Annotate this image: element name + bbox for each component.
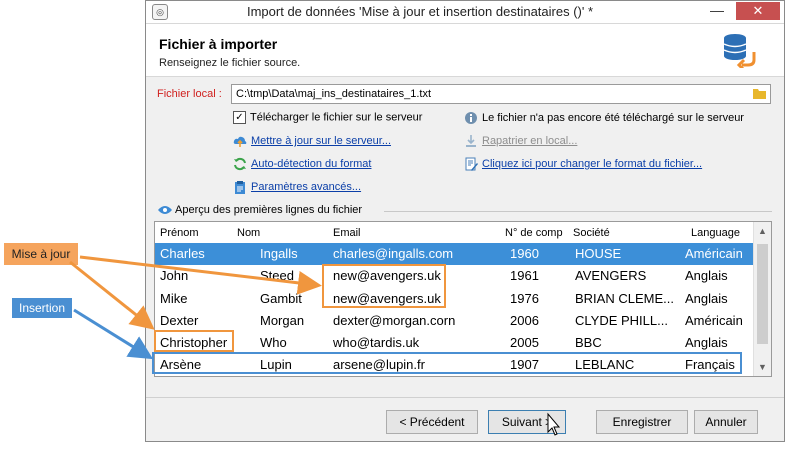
- edit-document-icon: [465, 157, 478, 171]
- upload-checkbox-row[interactable]: ✓ Télécharger le fichier sur le serveur: [233, 111, 422, 124]
- cell: Américain: [685, 313, 743, 328]
- cell: Mike: [160, 291, 188, 306]
- repatriate-local-link[interactable]: Rapatrier en local...: [482, 135, 577, 147]
- page-title: Fichier à importer: [159, 36, 278, 52]
- cell: 1961: [510, 268, 539, 283]
- cell: 2005: [510, 335, 539, 350]
- table-row[interactable]: Dexter Morgan dexter@morgan.corn 2006 CL…: [155, 310, 755, 332]
- column-header-societe[interactable]: Société: [573, 227, 610, 239]
- cell: Steed: [260, 268, 294, 283]
- cell: Gambit: [260, 291, 302, 306]
- cell: Anglais: [685, 291, 728, 306]
- cell: Morgan: [260, 313, 305, 328]
- update-on-server-row[interactable]: Mettre à jour sur le serveur...: [233, 134, 391, 148]
- column-header-language[interactable]: Language: [691, 227, 740, 239]
- cell: Ingalls: [260, 246, 298, 261]
- local-file-label: Fichier local :: [157, 88, 222, 100]
- update-arrow: [69, 260, 155, 330]
- not-uploaded-info: Le fichier n'a pas encore été téléchargé…: [464, 111, 744, 125]
- table-row[interactable]: John Steed new@avengers.uk 1961 AVENGERS…: [155, 265, 755, 287]
- repatriate-local-row[interactable]: Rapatrier en local...: [464, 134, 577, 148]
- save-button[interactable]: Enregistrer: [596, 410, 688, 434]
- cell: Américain: [685, 246, 743, 261]
- column-header-nom[interactable]: Nom: [237, 227, 260, 239]
- auto-detect-row[interactable]: Auto-détection du format: [233, 157, 371, 171]
- section-divider: [384, 211, 772, 212]
- info-icon: [465, 112, 477, 124]
- cell: 1960: [510, 246, 539, 261]
- table-row[interactable]: Christopher Who who@tardis.uk 2005 BBC A…: [155, 332, 755, 354]
- cell: 2006: [510, 313, 539, 328]
- cell: Charles: [160, 246, 205, 261]
- cloud-upload-icon: [233, 136, 247, 147]
- column-header-num[interactable]: N° de comp: [505, 227, 563, 239]
- change-format-link[interactable]: Cliquez ici pour changer le format du fi…: [482, 158, 702, 170]
- update-on-server-link[interactable]: Mettre à jour sur le serveur...: [251, 135, 391, 147]
- table-row[interactable]: Charles Ingalls charles@ingalls.com 1960…: [155, 243, 755, 265]
- advanced-params-row[interactable]: Paramètres avancés...: [233, 180, 361, 194]
- grid-header: Prénom Nom Email N° de comp Société Lang…: [155, 222, 755, 245]
- folder-icon[interactable]: [753, 88, 766, 99]
- cell: 1976: [510, 291, 539, 306]
- page-subtitle: Renseignez le fichier source.: [159, 57, 301, 69]
- insert-arrow: [73, 308, 154, 360]
- footer-divider: [146, 397, 784, 398]
- update-callout: Mise à jour: [4, 243, 78, 265]
- cell: John: [160, 268, 189, 283]
- preview-section-label: Aperçu des premières lignes du fichier: [175, 204, 363, 216]
- title-bar[interactable]: ◎ Import de données 'Mise à jour et inse…: [146, 1, 784, 24]
- column-header-email[interactable]: Email: [333, 227, 361, 239]
- cell: Dexter: [160, 313, 199, 328]
- eye-icon: [158, 206, 172, 215]
- upload-checkbox-label: Télécharger le fichier sur le serveur: [250, 111, 423, 124]
- cell: BRIAN CLEME...: [575, 291, 674, 306]
- advanced-params-link[interactable]: Paramètres avancés...: [251, 181, 361, 193]
- cell: CLYDE PHILL...: [575, 313, 668, 328]
- insert-callout: Insertion: [12, 298, 72, 318]
- change-format-row[interactable]: Cliquez ici pour changer le format du fi…: [464, 157, 702, 171]
- not-uploaded-text: Le fichier n'a pas encore été téléchargé…: [482, 111, 744, 124]
- update-highlight-box: [322, 264, 446, 308]
- cell: who@tardis.uk: [333, 335, 420, 350]
- close-button[interactable]: ✕: [736, 2, 780, 20]
- import-dialog: ◎ Import de données 'Mise à jour et inse…: [145, 0, 785, 442]
- scroll-down-icon[interactable]: ▼: [754, 362, 771, 372]
- grid-scrollbar[interactable]: ▲ ▼: [753, 222, 771, 376]
- scrollbar-thumb[interactable]: [757, 244, 768, 344]
- clipboard-icon: [235, 181, 245, 194]
- cell: BBC: [575, 335, 602, 350]
- database-import-icon: [723, 34, 756, 68]
- column-header-prenom[interactable]: Prénom: [160, 227, 199, 239]
- cell: HOUSE: [575, 246, 622, 261]
- update-highlight-box: [154, 330, 234, 352]
- upload-checkbox[interactable]: ✓: [233, 111, 246, 124]
- cell: Anglais: [685, 335, 728, 350]
- cell: Who: [260, 335, 287, 350]
- cell: AVENGERS: [575, 268, 647, 283]
- cancel-button[interactable]: Annuler: [694, 410, 758, 434]
- preview-section-header: Aperçu des premières lignes du fichier: [158, 204, 362, 216]
- next-button[interactable]: Suivant >: [488, 410, 566, 434]
- cell: charles@ingalls.com: [333, 246, 454, 261]
- cell: dexter@morgan.corn: [333, 313, 456, 328]
- scroll-up-icon[interactable]: ▲: [754, 226, 771, 236]
- refresh-icon: [234, 157, 246, 171]
- insert-highlight-box: [152, 352, 742, 374]
- cell: Anglais: [685, 268, 728, 283]
- page-header: Fichier à importer Renseignez le fichier…: [146, 24, 784, 77]
- auto-detect-link[interactable]: Auto-détection du format: [251, 158, 371, 170]
- previous-button[interactable]: < Précédent: [386, 410, 478, 434]
- local-file-input[interactable]: C:\tmp\Data\maj_ins_destinataires_1.txt: [231, 84, 771, 104]
- table-row[interactable]: Mike Gambit new@avengers.uk 1976 BRIAN C…: [155, 288, 755, 310]
- download-icon: [466, 135, 476, 147]
- minimize-button[interactable]: —: [705, 2, 729, 20]
- local-file-path: C:\tmp\Data\maj_ins_destinataires_1.txt: [236, 88, 432, 100]
- window-title: Import de données 'Mise à jour et insert…: [246, 4, 594, 19]
